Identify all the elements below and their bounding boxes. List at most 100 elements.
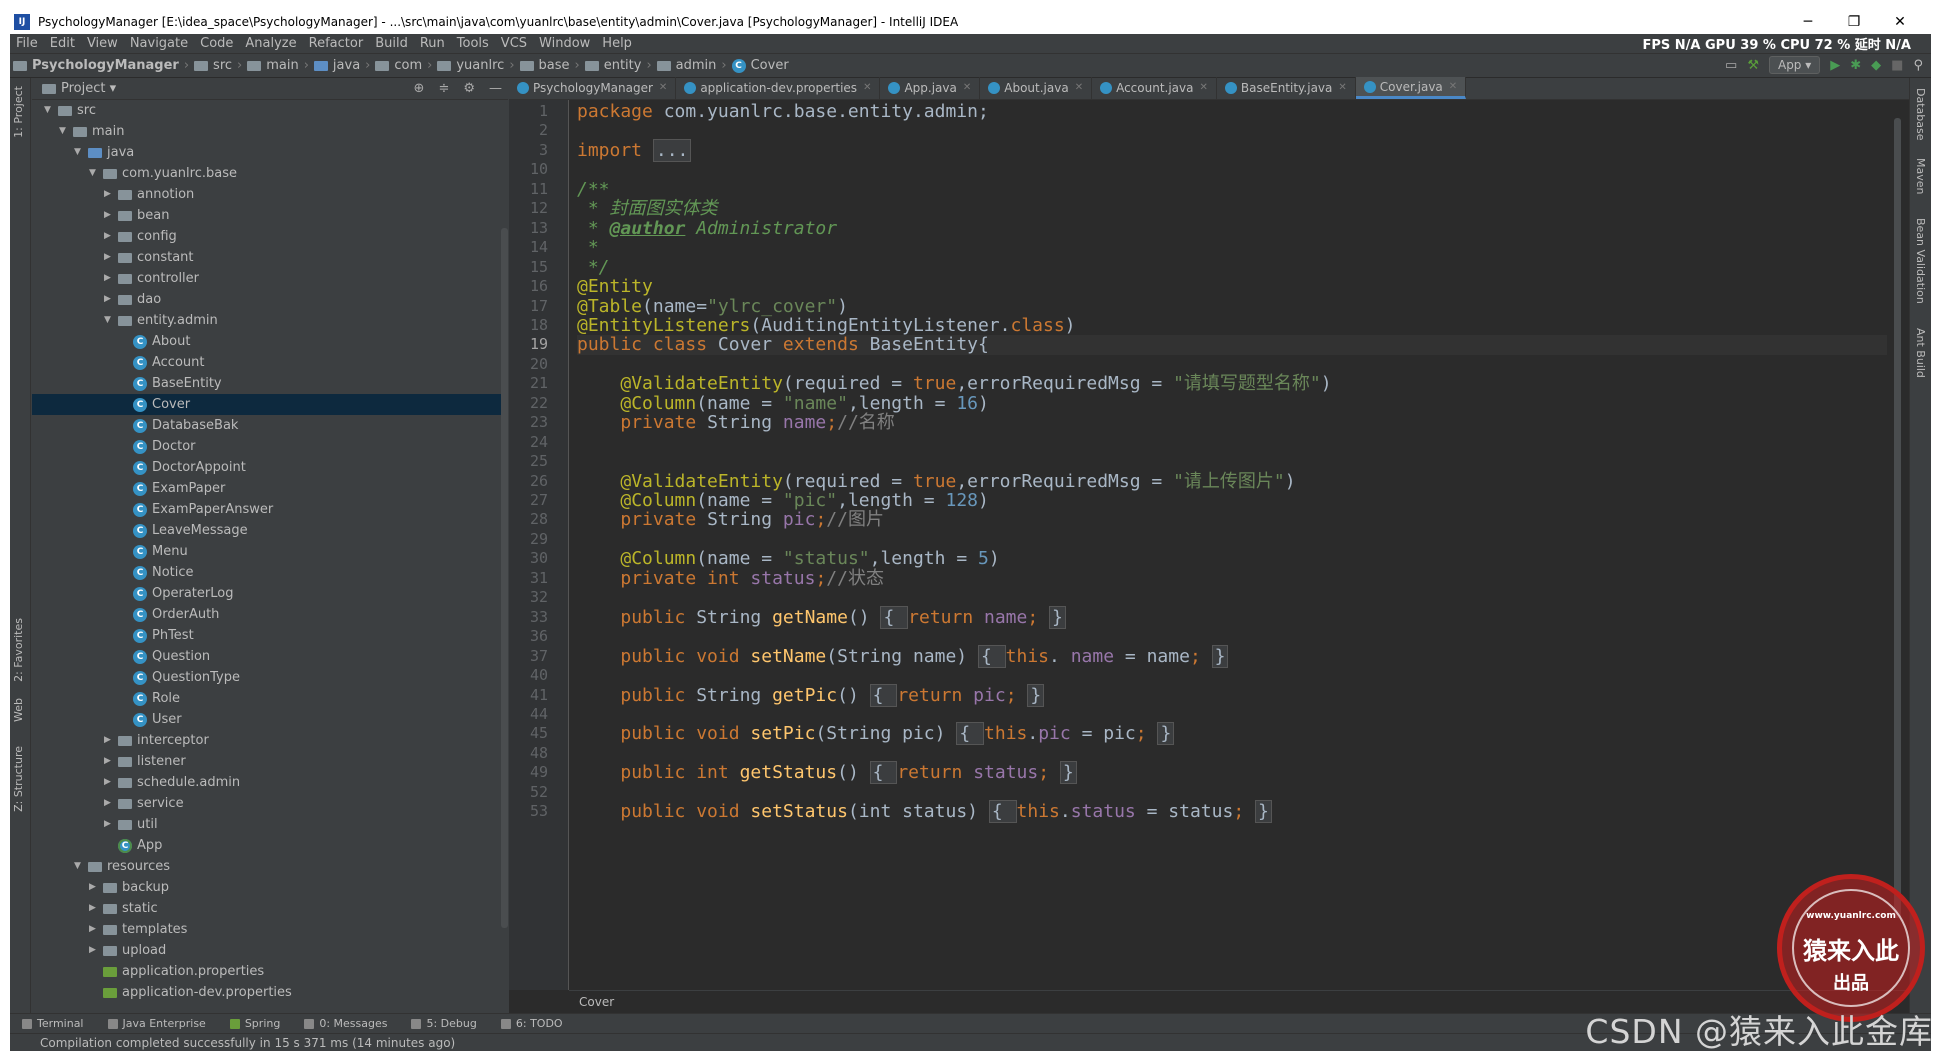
search-icon[interactable]: ⚲ [1913,58,1923,73]
spring-tab[interactable]: Spring [218,1017,293,1030]
tree-item[interactable]: ▶ bean [32,205,508,226]
code-line[interactable]: /** [577,180,1887,199]
chevron-down-icon[interactable]: ▼ [74,142,88,163]
tree-item[interactable]: C Role [32,688,508,709]
run-config-select[interactable]: App ▾ [1768,56,1821,74]
locate-icon[interactable]: ⊕ [414,81,425,96]
code-line[interactable]: * [577,238,1887,257]
tree-item[interactable]: ▶ dao [32,289,508,310]
editor-tab[interactable]: Cover.java ✕ [1355,76,1467,99]
chevron-right-icon[interactable]: ▶ [104,226,118,247]
tree-item[interactable]: C QuestionType [32,667,508,688]
restore-button[interactable]: ❐ [1831,10,1877,34]
tree-item[interactable]: ▶ annotion [32,184,508,205]
tree-item[interactable]: C Notice [32,562,508,583]
crumb-java[interactable]: java [311,58,363,73]
chevron-right-icon[interactable]: ▶ [104,184,118,205]
tree-item[interactable]: C Doctor [32,436,508,457]
chevron-right-icon[interactable]: ▶ [104,268,118,289]
code-view[interactable]: package com.yuanlrc.base.entity.admin; im… [577,100,1887,990]
tree-item[interactable]: C ExamPaperAnswer [32,499,508,520]
terminal-tab[interactable]: Terminal [10,1017,96,1030]
code-line[interactable]: @Column(name = "name",length = 16) [577,394,1887,413]
menu-refactor[interactable]: Refactor [303,36,370,51]
chevron-right-icon[interactable]: ▶ [104,772,118,793]
tree-item[interactable]: C Question [32,646,508,667]
crumb-main[interactable]: main [244,58,301,73]
tree-item[interactable]: ▶ config [32,226,508,247]
tree-item[interactable]: C OrderAuth [32,604,508,625]
close-icon[interactable]: ✕ [1449,76,1457,98]
code-line[interactable]: * 封面图实体类 [577,199,1887,218]
tree-item[interactable]: ▼ main [32,121,508,142]
structure-tool-tab[interactable]: Z: Structure [12,746,25,812]
tree-item[interactable]: C About [32,331,508,352]
menu-tools[interactable]: Tools [451,36,495,51]
chevron-down-icon[interactable]: ▼ [59,121,73,142]
tree-item[interactable]: ▶ controller [32,268,508,289]
menu-view[interactable]: View [81,36,124,51]
tree-item[interactable]: ▼ resources [32,856,508,877]
tree-item[interactable]: ▶ service [32,793,508,814]
minimize-button[interactable]: ─ [1785,10,1831,34]
chevron-down-icon[interactable]: ▼ [104,310,118,331]
crumb-src[interactable]: src [191,58,235,73]
tree-item[interactable]: application.properties [32,961,508,982]
tree-item[interactable]: ▶ backup [32,877,508,898]
favorites-tool-tab[interactable]: 2: Favorites [12,618,25,682]
coverage-icon[interactable]: ◆ [1871,58,1881,73]
project-scrollbar[interactable] [501,228,508,928]
editor-tab[interactable]: application-dev.properties ✕ [676,77,881,99]
chevron-right-icon[interactable]: ▶ [89,877,103,898]
chevron-down-icon[interactable]: ▼ [89,163,103,184]
gear-icon[interactable]: ⚙ [463,81,475,96]
menu-help[interactable]: Help [596,36,638,51]
tree-item[interactable]: C OperaterLog [32,583,508,604]
tree-item[interactable]: application-dev.properties [32,982,508,1003]
close-icon[interactable]: ✕ [863,77,871,99]
project-view-select[interactable]: Project ▾ [61,81,116,96]
tree-item[interactable]: ▶ schedule.admin [32,772,508,793]
chevron-right-icon[interactable]: ▶ [89,898,103,919]
tree-item[interactable]: C DatabaseBak [32,415,508,436]
web-tool-tab[interactable]: Web [12,698,25,722]
close-button[interactable]: ✕ [1877,10,1923,34]
menu-file[interactable]: File [10,36,44,51]
tree-item[interactable]: C BaseEntity [32,373,508,394]
code-line[interactable]: import ... [577,138,1887,162]
code-line[interactable]: @Entity [577,277,1887,296]
code-line[interactable] [577,530,1887,549]
chevron-right-icon[interactable]: ▶ [104,730,118,751]
menu-window[interactable]: Window [533,36,596,51]
crumb-admin[interactable]: admin [654,58,720,73]
maven-tool-tab[interactable]: Maven [1914,158,1927,194]
menu-edit[interactable]: Edit [44,36,81,51]
menu-code[interactable]: Code [194,36,239,51]
crumb-base[interactable]: base [517,58,573,73]
crumb-yuanlrc[interactable]: yuanlrc [434,58,507,73]
crumb-com[interactable]: com [372,58,425,73]
menu-analyze[interactable]: Analyze [239,36,302,51]
close-icon[interactable]: ✕ [659,77,667,99]
chevron-down-icon[interactable]: ▼ [74,856,88,877]
code-line[interactable] [577,433,1887,452]
code-line[interactable] [577,783,1887,802]
chevron-right-icon[interactable]: ▶ [104,793,118,814]
code-line[interactable]: public String getPic() { return pic; } [577,683,1887,707]
menu-vcs[interactable]: VCS [495,36,533,51]
code-line[interactable] [577,705,1887,724]
code-line[interactable] [577,627,1887,646]
chevron-right-icon[interactable]: ▶ [104,751,118,772]
todo-tab[interactable]: 6: TODO [489,1017,575,1030]
code-line[interactable]: private int status;//状态 [577,569,1887,588]
code-line[interactable]: */ [577,257,1887,277]
crumb-cover[interactable]: C Cover [729,58,792,73]
close-icon[interactable]: ✕ [1200,77,1208,99]
run-icon[interactable]: ▶ [1830,58,1840,73]
chevron-right-icon[interactable]: ▶ [104,814,118,835]
chevron-right-icon[interactable]: ▶ [104,205,118,226]
code-line[interactable]: @Column(name = "pic",length = 128) [577,491,1887,510]
editor-tab[interactable]: BaseEntity.java ✕ [1217,77,1356,99]
close-icon[interactable]: ✕ [1075,77,1083,99]
code-line[interactable]: private String name;//名称 [577,413,1887,432]
